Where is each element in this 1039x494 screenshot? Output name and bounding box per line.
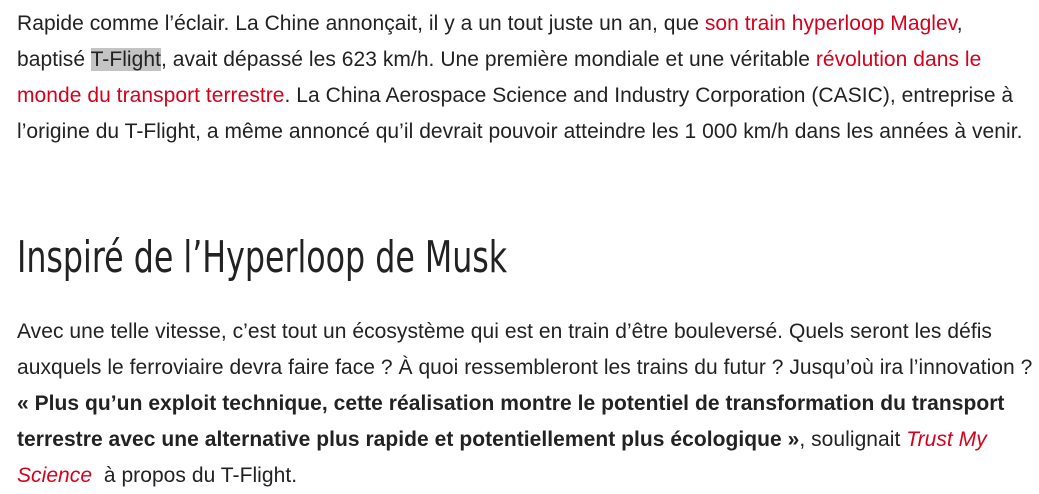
intro-text-3: , avait dépassé les 623 km/h. Une premiè… — [161, 48, 816, 71]
intro-text-1: Rapide comme l’éclair. La Chine annonçai… — [17, 12, 705, 35]
body-text-3: à propos du T-Flight. — [92, 464, 298, 487]
body-text-1: Avec une telle vitesse, c’est tout un éc… — [17, 320, 1033, 379]
highlighted-term: T-Flight — [90, 48, 161, 71]
section-heading: Inspiré de l’Hyperloop de Musk — [17, 232, 508, 283]
intro-paragraph: Rapide comme l’éclair. La Chine annonçai… — [17, 6, 1027, 150]
body-text-2: , soulignait — [799, 428, 907, 451]
hyperloop-maglev-link[interactable]: son train hyperloop Maglev — [705, 12, 957, 35]
body-paragraph: Avec une telle vitesse, c’est tout un éc… — [17, 314, 1035, 494]
